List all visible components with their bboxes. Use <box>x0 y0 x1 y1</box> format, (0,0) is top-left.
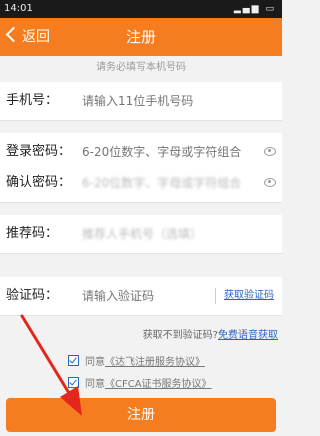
agreement-row-2: 同意《CFCA证书服务协议》 <box>68 375 212 390</box>
eye-icon[interactable] <box>264 147 276 156</box>
get-code-button[interactable]: 获取验证码 <box>215 288 274 304</box>
phone-label: 手机号： <box>6 93 59 108</box>
nav-bar: 返回 注册 <box>0 18 282 56</box>
status-bar: 14:01 ▂▄▆ ▭ <box>0 0 282 18</box>
agreement-1-link[interactable]: 《达飞注册服务协议》 <box>105 357 205 368</box>
agreement-2-link[interactable]: 《CFCA证书服务协议》 <box>105 379 212 390</box>
captcha-row: 验证码： 获取验证码 <box>0 277 282 316</box>
page-title: 注册 <box>125 28 156 46</box>
phone-input[interactable] <box>82 82 262 120</box>
status-icons: ▂▄▆ ▭ <box>234 0 276 18</box>
checkbox-agreement-1[interactable] <box>68 355 79 366</box>
status-time: 14:01 <box>4 3 33 14</box>
captcha-label: 验证码： <box>6 288 59 303</box>
phone-row: 手机号： <box>0 82 282 121</box>
confirm-password-label: 确认密码： <box>6 175 72 190</box>
captcha-input[interactable] <box>82 277 202 315</box>
battery-icon: ▭ <box>265 4 276 14</box>
voice-code-link[interactable]: 免费语音获取 <box>218 330 278 341</box>
confirm-password-input[interactable]: 6-20位数字、字母或字符组合 <box>82 164 262 202</box>
eye-icon[interactable] <box>264 178 276 187</box>
agreement-1-prefix: 同意 <box>85 357 105 368</box>
signal-icon: ▂▄▆ <box>233 4 261 14</box>
voice-text: 获取不到验证码? <box>142 330 218 341</box>
voice-code-line: 获取不到验证码?免费语音获取 <box>143 326 278 341</box>
agreement-row-1: 同意《达飞注册服务协议》 <box>68 353 205 368</box>
confirm-password-row-main: 确认密码： 6-20位数字、字母或字符组合 <box>0 164 282 203</box>
referrer-label: 推荐码： <box>6 226 59 241</box>
referrer-row: 推荐码： 推荐人手机号（选填） <box>0 215 282 254</box>
agreement-2-prefix: 同意 <box>85 379 105 390</box>
register-button[interactable]: 注册 <box>6 398 276 432</box>
referrer-input[interactable]: 推荐人手机号（选填） <box>82 215 262 253</box>
hint-text: 请务必填写本机号码 <box>96 62 186 73</box>
checkbox-agreement-2[interactable] <box>68 377 79 388</box>
